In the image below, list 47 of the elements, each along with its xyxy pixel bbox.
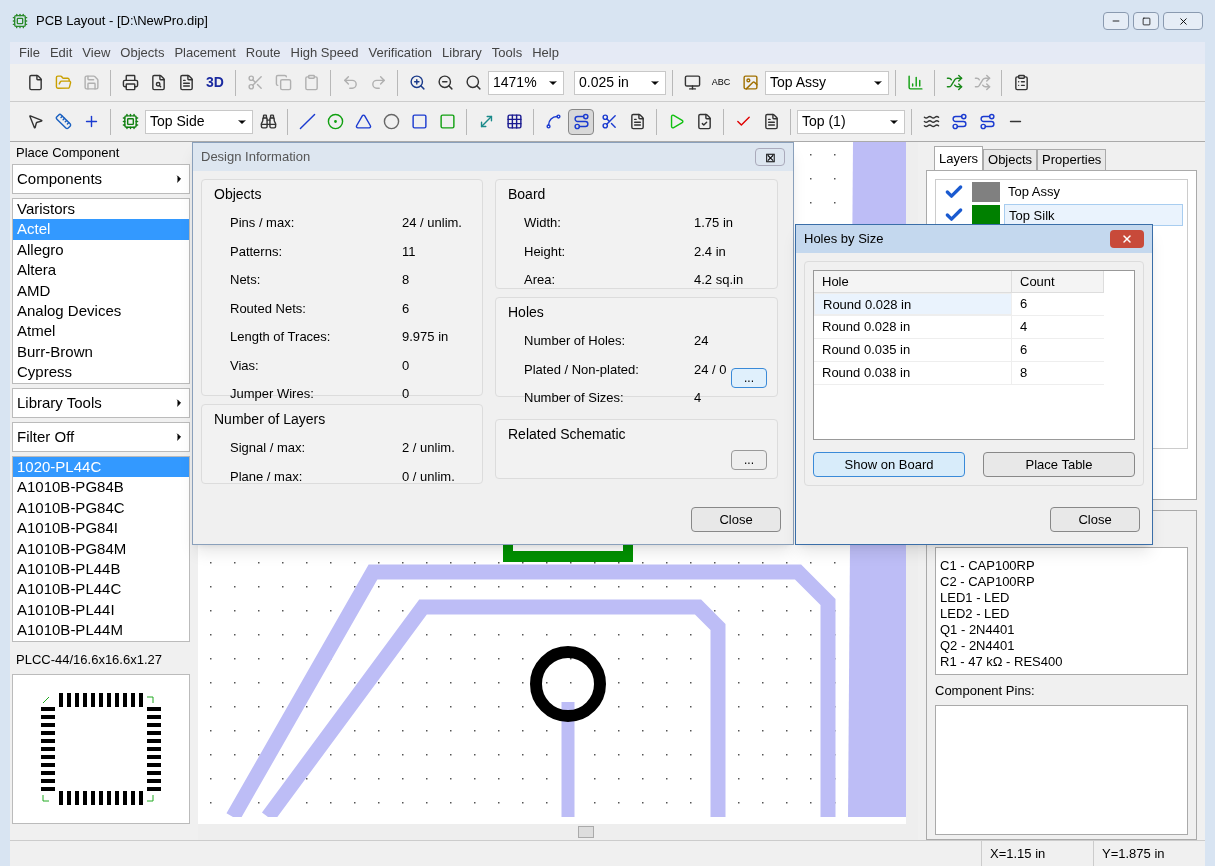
info-label: Area: — [524, 271, 557, 289]
info-value: 4.2 sq.in — [694, 271, 744, 289]
group-title: Holes — [508, 303, 545, 322]
dialog-title: Holes by Size — [804, 230, 884, 249]
info-value: 24 / unlim. — [402, 214, 462, 232]
info-label: Nets: — [230, 271, 262, 289]
info-label: Plane / max: — [230, 467, 304, 486]
info-value: 6 — [402, 299, 410, 318]
table-cell-text: 4 — [1019, 318, 1029, 336]
table-cell-text: 6 — [1019, 341, 1029, 359]
group-title: Objects — [214, 185, 263, 204]
dialog-title: Design Information — [201, 148, 311, 167]
info-label: Jumper Wires: — [230, 385, 315, 403]
group-title: Number of Layers — [214, 410, 327, 429]
info-value: 11 — [402, 242, 416, 261]
info-label: Plated / Non-plated: — [524, 360, 640, 379]
info-label: Pins / max: — [230, 214, 296, 232]
status-x: X=1.15 in — [981, 841, 1093, 866]
info-label: Number of Holes: — [524, 332, 627, 350]
info-label: Number of Sizes: — [524, 389, 625, 407]
info-value: 9.975 in — [402, 328, 449, 346]
pins-label: Component Pins: — [935, 682, 1036, 700]
info-value: 24 — [694, 332, 709, 350]
info-value: 2.4 in — [694, 242, 726, 261]
info-value: 0 — [402, 356, 410, 375]
table-cell-text: 6 — [1019, 295, 1029, 313]
group-title: Board — [508, 185, 547, 204]
info-value: 8 — [402, 271, 410, 289]
status-y: Y=1.875 in — [1093, 841, 1205, 866]
info-label: Vias: — [230, 356, 260, 375]
panel-title: Place Component — [16, 144, 120, 163]
info-value: 0 / unlim. — [402, 467, 455, 486]
table-cell-text: 8 — [1019, 364, 1029, 382]
info-label: Routed Nets: — [230, 299, 307, 318]
info-value: 0 — [402, 385, 410, 403]
pattern-label: PLCC-44/16.6x16.6x1.27 — [15, 651, 163, 669]
info-label: Width: — [524, 214, 562, 232]
info-label: Height: — [524, 242, 567, 261]
info-label: Patterns: — [230, 242, 284, 261]
info-value: 2 / unlim. — [402, 439, 455, 457]
group-title: Related Schematic — [508, 425, 627, 444]
info-label: Signal / max: — [230, 439, 307, 457]
window-title: PCB Layout - [D:\NewPro.dip] — [36, 12, 209, 31]
info-value: 1.75 in — [694, 214, 734, 232]
info-value: 4 — [694, 389, 702, 407]
info-value: 24 / 0 — [694, 360, 727, 379]
info-label: Length of Traces: — [230, 328, 332, 346]
